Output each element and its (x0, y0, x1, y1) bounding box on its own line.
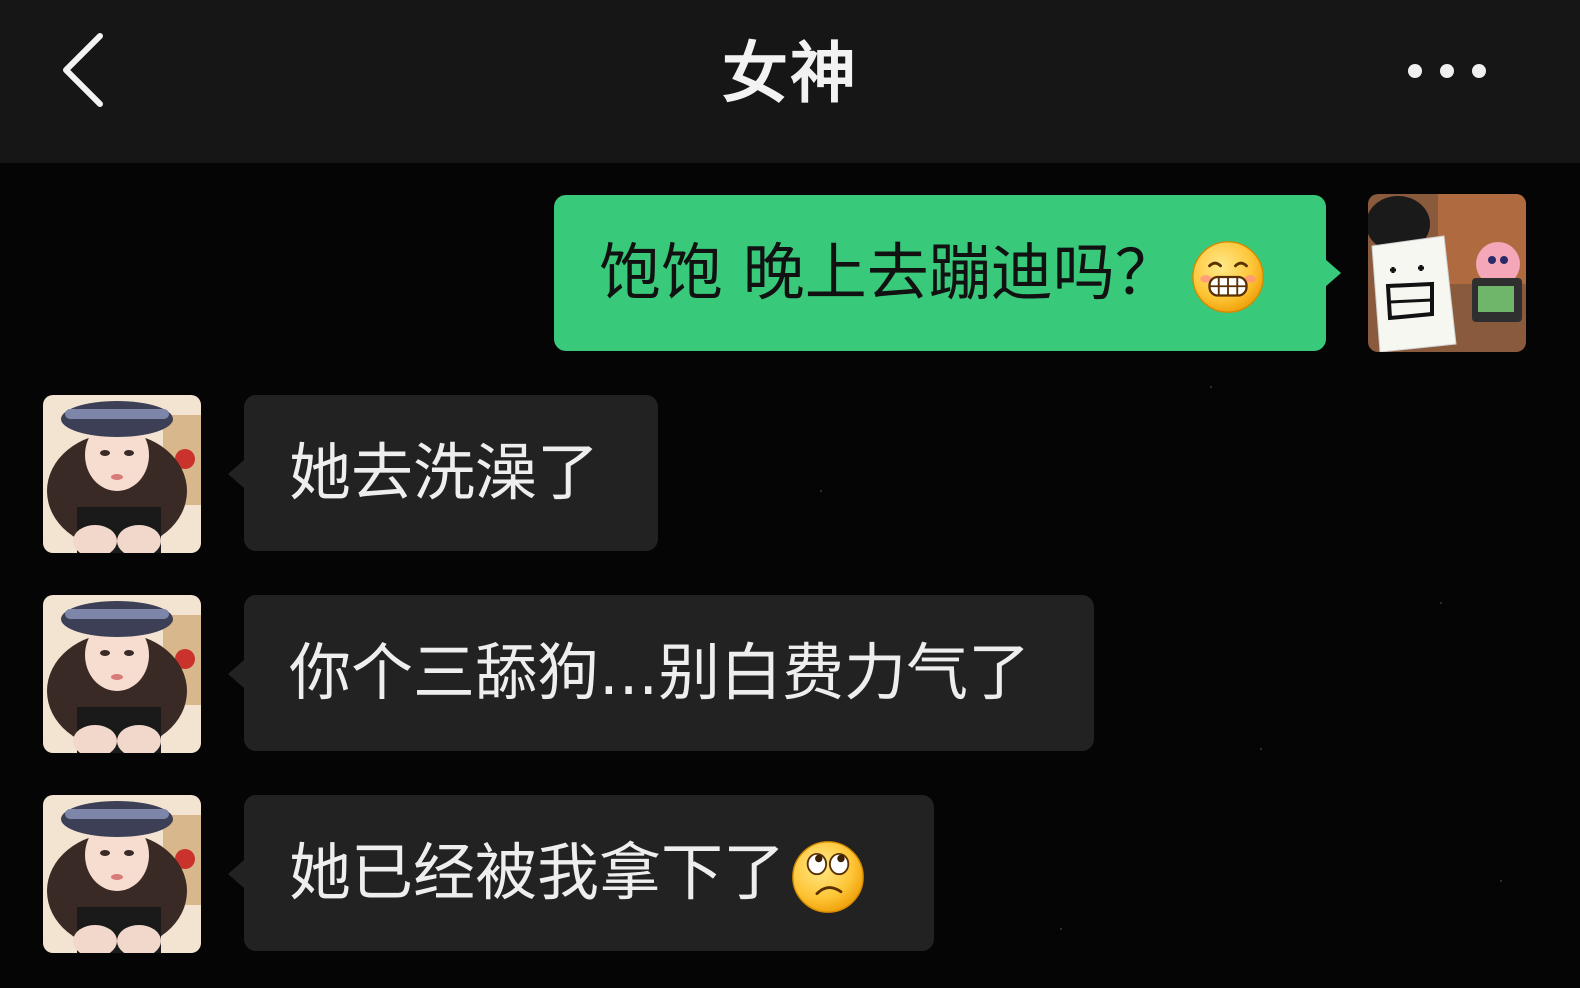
message-list: 饱饱 晚上去蹦迪吗？ 她去洗澡了 你个三舔狗...别白费力气了 她已经被我拿下了 (0, 163, 1580, 988)
message-bubble[interactable]: 你个三舔狗...别白费力气了 (244, 595, 1094, 751)
message-bubble[interactable]: 饱饱 晚上去蹦迪吗？ (554, 195, 1326, 351)
message-text: 你个三舔狗...别白费力气了 (289, 636, 1031, 709)
bubble-tail (228, 660, 244, 688)
more-options-button[interactable] (1396, 44, 1500, 100)
message-text: 她去洗澡了 (289, 436, 600, 509)
contact-avatar-image (43, 795, 201, 953)
message-text: 饱饱 晚上去蹦迪吗？ (599, 236, 1177, 309)
chat-screen: 女神 饱饱 晚上去蹦迪吗？ 她去洗澡了 你个三舔狗...别白费力气了 她已经被我… (0, 0, 1580, 988)
my-avatar-image (1368, 194, 1526, 352)
contact-avatar[interactable] (43, 595, 201, 753)
contact-avatar[interactable] (43, 395, 201, 553)
chat-header: 女神 (0, 0, 1580, 163)
chat-title: 女神 (722, 35, 858, 112)
message-bubble[interactable]: 她去洗澡了 (244, 395, 658, 551)
bubble-tail (228, 460, 244, 488)
contact-avatar-image (43, 595, 201, 753)
contact-avatar-image (43, 395, 201, 553)
bubble-tail (1325, 259, 1341, 287)
grinning-face-emoji (1191, 241, 1264, 313)
my-avatar[interactable] (1368, 194, 1526, 352)
rolling-eyes-confused-emoji (792, 841, 864, 913)
contact-avatar[interactable] (43, 795, 201, 953)
bubble-tail (228, 860, 244, 888)
message-bubble[interactable]: 她已经被我拿下了 (244, 795, 934, 951)
message-text: 她已经被我拿下了 (289, 836, 786, 909)
